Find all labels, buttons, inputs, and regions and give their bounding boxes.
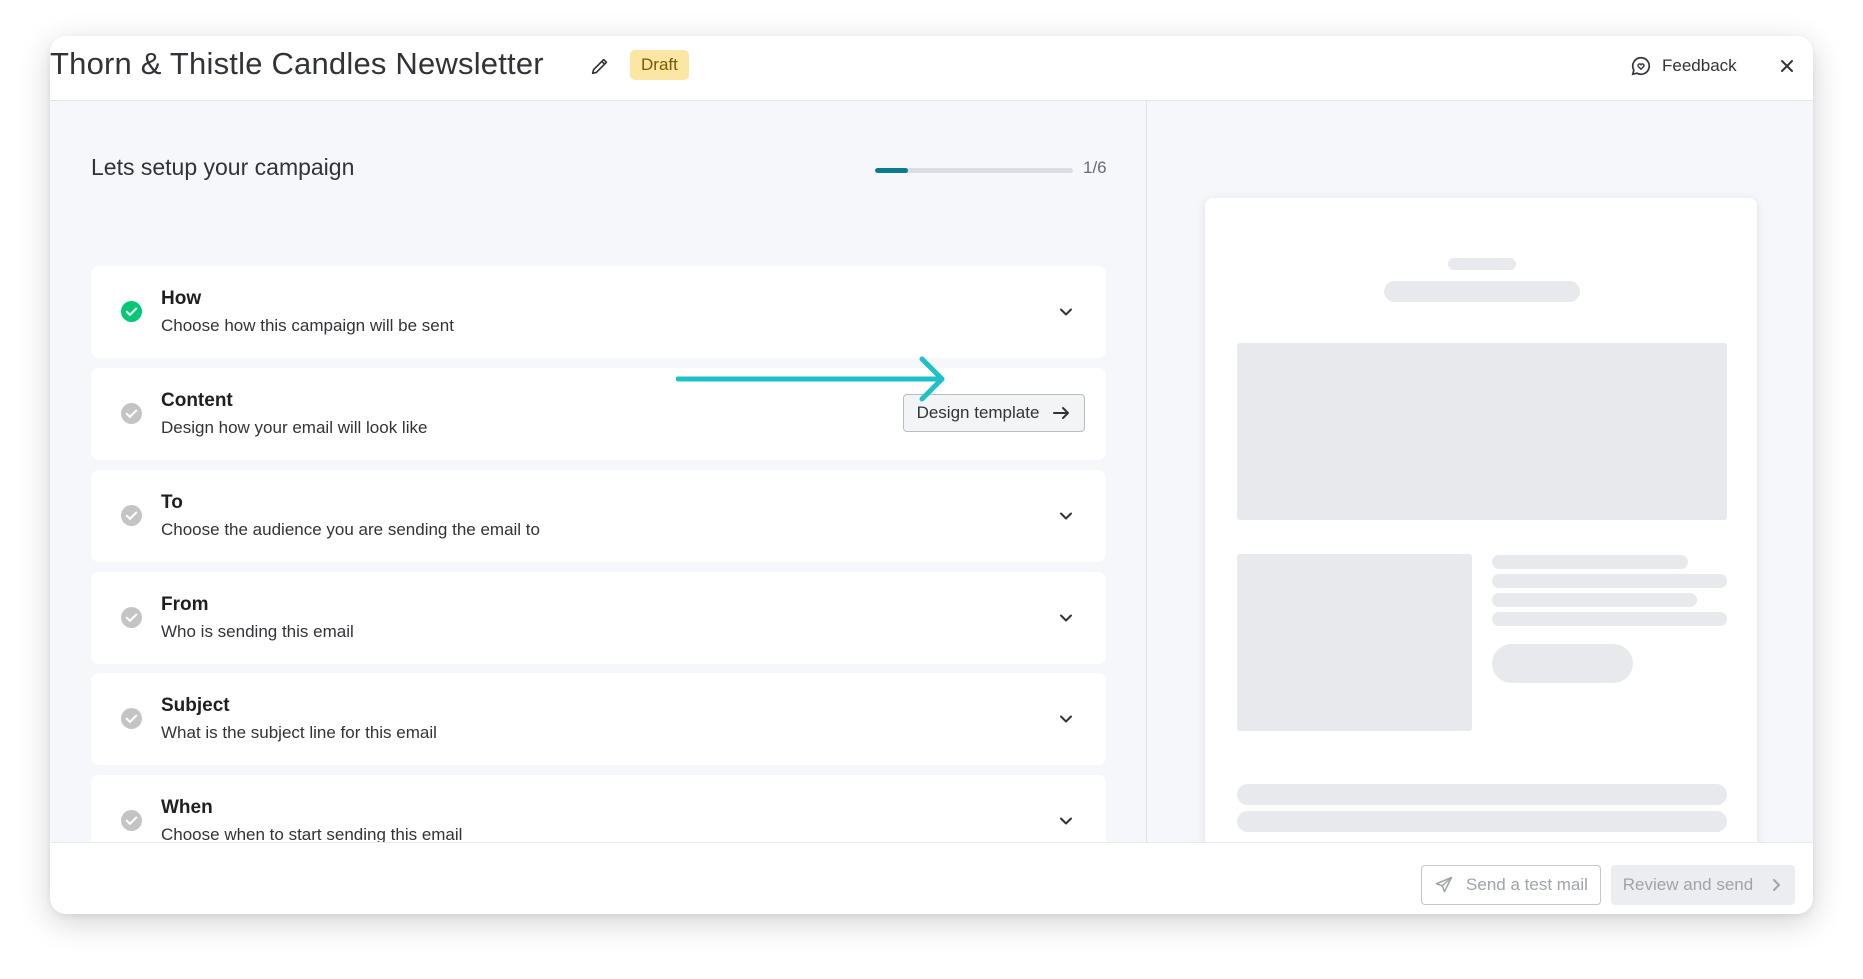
check-circle-icon xyxy=(121,607,142,628)
edit-pencil-icon xyxy=(591,58,608,75)
preview-skeleton xyxy=(1492,644,1633,683)
preview-panel xyxy=(1147,101,1813,851)
step-description: Design how your email will look like xyxy=(161,418,428,437)
preview-skeleton xyxy=(1448,258,1516,270)
modal-header: Thorn & Thistle Candles Newsletter Draft… xyxy=(50,36,1813,101)
preview-skeleton xyxy=(1492,555,1688,569)
chevron-down-icon[interactable] xyxy=(1056,709,1076,729)
status-badge: Draft xyxy=(630,50,689,80)
close-button[interactable] xyxy=(1771,50,1803,82)
preview-skeleton xyxy=(1492,574,1727,588)
close-icon xyxy=(1781,60,1793,72)
arrow-right-icon xyxy=(1053,407,1070,419)
step-description: Choose the audience you are sending the … xyxy=(161,520,540,539)
preview-skeleton xyxy=(1237,784,1727,805)
step-description: Choose how this campaign will be sent xyxy=(161,316,454,335)
preview-skeleton xyxy=(1492,593,1697,607)
check-circle-icon xyxy=(121,708,142,729)
send-test-mail-label: Send a test mail xyxy=(1466,875,1588,894)
chevron-right-icon xyxy=(1773,879,1781,891)
design-template-label: Design template xyxy=(916,403,1040,422)
check-circle-icon xyxy=(121,810,142,831)
step-title: How xyxy=(161,288,202,309)
preview-skeleton xyxy=(1237,343,1727,520)
step-content[interactable]: Content Design how your email will look … xyxy=(91,368,1106,460)
step-from[interactable]: From Who is sending this email xyxy=(91,572,1106,664)
chevron-down-icon[interactable] xyxy=(1056,608,1076,628)
step-title: When xyxy=(161,797,213,818)
send-test-mail-button[interactable]: Send a test mail xyxy=(1421,865,1601,905)
modal-footer: Send a test mail Review and send xyxy=(50,842,1813,914)
step-description: What is the subject line for this email xyxy=(161,723,437,742)
preview-skeleton xyxy=(1237,811,1727,832)
preview-skeleton xyxy=(1237,554,1472,731)
feedback-chat-icon xyxy=(1631,56,1651,76)
check-circle-icon xyxy=(121,403,142,424)
feedback-label: Feedback xyxy=(1662,56,1737,75)
send-plane-icon xyxy=(1435,876,1453,893)
step-title: From xyxy=(161,594,209,615)
feedback-button[interactable]: Feedback xyxy=(1630,50,1737,82)
step-to[interactable]: To Choose the audience you are sending t… xyxy=(91,470,1106,562)
progress-text: 1/6 xyxy=(1083,158,1107,177)
email-preview xyxy=(1205,198,1757,851)
setup-title: Lets setup your campaign xyxy=(91,154,355,180)
step-title: To xyxy=(161,492,183,513)
campaign-title: Thorn & Thistle Candles Newsletter xyxy=(50,46,544,81)
chevron-down-icon[interactable] xyxy=(1056,302,1076,322)
step-title: Subject xyxy=(161,695,230,716)
progress-fill xyxy=(875,168,908,173)
chevron-down-icon[interactable] xyxy=(1056,506,1076,526)
annotation-arrow-icon xyxy=(676,356,945,402)
step-how[interactable]: How Choose how this campaign will be sen… xyxy=(91,266,1106,358)
review-and-send-button[interactable]: Review and send xyxy=(1611,865,1795,905)
step-subject[interactable]: Subject What is the subject line for thi… xyxy=(91,673,1106,765)
step-description: Who is sending this email xyxy=(161,622,354,641)
check-circle-icon xyxy=(121,301,142,322)
review-and-send-label: Review and send xyxy=(1622,875,1754,894)
check-circle-icon xyxy=(121,505,142,526)
step-title: Content xyxy=(161,390,233,411)
chevron-down-icon[interactable] xyxy=(1056,811,1076,831)
preview-skeleton xyxy=(1384,281,1580,302)
preview-skeleton xyxy=(1492,612,1727,626)
edit-title-button[interactable] xyxy=(584,50,616,82)
campaign-modal: Thorn & Thistle Candles Newsletter Draft… xyxy=(50,36,1813,914)
progress-bar xyxy=(875,168,1073,173)
setup-panel: Lets setup your campaign 1/6 How Choose … xyxy=(50,101,1147,867)
